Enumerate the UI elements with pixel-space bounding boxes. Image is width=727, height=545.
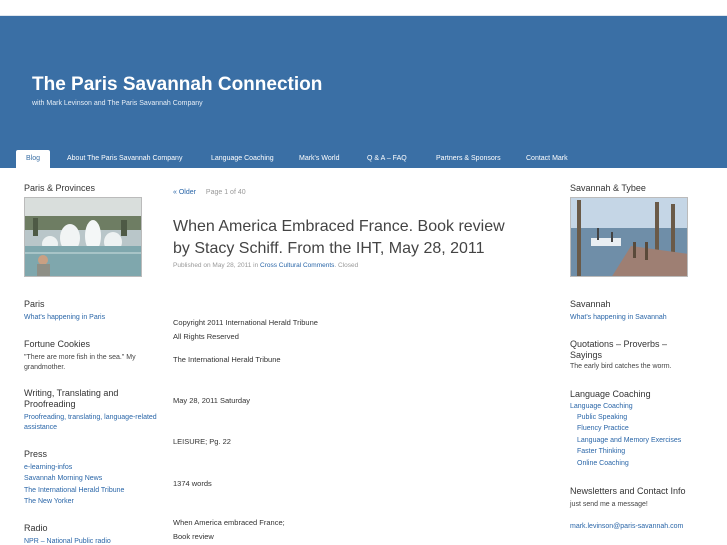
public-speaking-link[interactable]: Public Speaking	[577, 414, 627, 421]
language-coaching-title: Language Coaching	[570, 389, 651, 399]
savannah-tybee-title: Savannah & Tybee	[570, 183, 646, 193]
press-link-savannah-news[interactable]: Savannah Morning News	[24, 475, 102, 482]
pager: « Older Page 1 of 40	[173, 189, 246, 196]
paris-provinces-title: Paris & Provinces	[24, 183, 96, 193]
tab-language-coaching[interactable]: Language Coaching	[211, 150, 274, 168]
tab-blog[interactable]: Blog	[16, 150, 50, 168]
press-link-iht[interactable]: The International Herald Tribune	[24, 487, 124, 494]
online-coaching-link[interactable]: Online Coaching	[577, 460, 629, 467]
post-line-section: LEISURE; Pg. 22	[173, 437, 231, 446]
top-strip	[0, 0, 727, 16]
in-word: in	[253, 262, 259, 269]
savannah-dock-image[interactable]	[570, 197, 688, 277]
tab-partners[interactable]: Partners & Sponsors	[436, 150, 501, 168]
npr-link[interactable]: NPR – National Public radio	[24, 538, 111, 545]
post-line-publisher: The International Herald Tribune	[173, 355, 281, 364]
savannah-happening-link[interactable]: What's happening in Savannah	[570, 314, 667, 321]
fortune-cookie-quote: "There are more fish in the sea." My gra…	[24, 354, 136, 371]
quotation-text: The early bird catches the worm.	[570, 363, 672, 370]
press-link-elearning[interactable]: e-learning-infos	[24, 464, 72, 471]
post-line-rights: All Rights Reserved	[173, 332, 239, 341]
post-line-copyright: Copyright 2011 International Herald Trib…	[173, 318, 318, 327]
paris-fountain-image[interactable]	[24, 197, 142, 277]
press-title: Press	[24, 449, 48, 459]
savannah-dock-picture	[571, 198, 687, 276]
tab-marks-world[interactable]: Mark's World	[299, 150, 340, 168]
post-line-date: May 28, 2011 Saturday	[173, 396, 250, 405]
post-date: May 28, 2011	[212, 262, 252, 269]
fortune-cookies-title: Fortune Cookies	[24, 339, 91, 349]
quotations-title: Quotations – Proverbs – Sayings	[570, 339, 668, 360]
post-category-link[interactable]: Cross Cultural Comments	[260, 262, 334, 269]
language-coaching-link[interactable]: Language Coaching	[570, 403, 633, 410]
published-prefix: Published on	[173, 262, 211, 269]
tab-about[interactable]: About The Paris Savannah Company	[67, 150, 182, 168]
paris-happening-link[interactable]: What's happening in Paris	[24, 314, 105, 321]
post-status: . Closed	[334, 262, 359, 269]
post-meta: Published on May 28, 2011 in Cross Cultu…	[173, 262, 358, 269]
paris-fountain-picture	[25, 198, 141, 276]
newsletters-title: Newsletters and Contact Info	[570, 486, 686, 496]
post-line-book-review: Book review	[173, 532, 214, 541]
tab-faq[interactable]: Q & A – FAQ	[367, 150, 407, 168]
tab-contact[interactable]: Contact Mark	[526, 150, 568, 168]
writing-title: Writing, Translating and Proofreading	[24, 388, 119, 409]
older-posts-link[interactable]: « Older	[173, 189, 196, 196]
faster-thinking-link[interactable]: Faster Thinking	[577, 448, 625, 455]
savannah-title: Savannah	[570, 299, 611, 309]
memory-exercises-link[interactable]: Language and Memory Exercises	[577, 437, 681, 444]
proofreading-link[interactable]: Proofreading, translating, language-rela…	[24, 413, 164, 433]
site-description: with Mark Levinson and The Paris Savanna…	[32, 100, 203, 107]
newsletters-text: just send me a message!	[570, 501, 648, 508]
post-line-headline: When America embraced France;	[173, 518, 285, 527]
site-header: The Paris Savannah Connection with Mark …	[0, 16, 727, 168]
contact-email-link[interactable]: mark.levinson@paris-savannah.com	[570, 523, 683, 530]
post-title[interactable]: When America Embraced France. Book revie…	[173, 216, 513, 260]
press-link-new-yorker[interactable]: The New Yorker	[24, 498, 74, 505]
fluency-practice-link[interactable]: Fluency Practice	[577, 425, 629, 432]
site-title[interactable]: The Paris Savannah Connection	[32, 74, 322, 96]
radio-title: Radio	[24, 523, 48, 533]
paris-title: Paris	[24, 299, 45, 309]
post-line-words: 1374 words	[173, 479, 212, 488]
page-count: Page 1 of 40	[205, 189, 246, 196]
